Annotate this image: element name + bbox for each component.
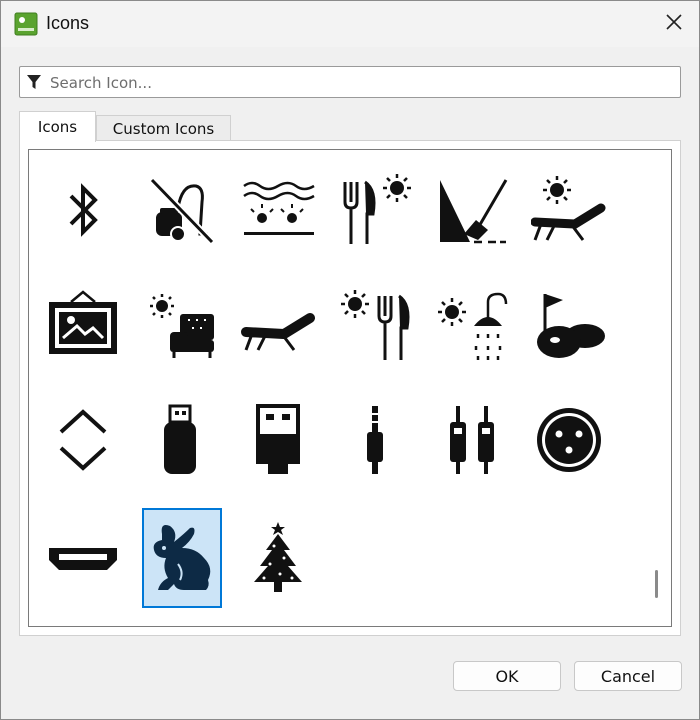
search-input[interactable] <box>48 71 672 95</box>
tab-custom-icons[interactable]: Custom Icons <box>96 115 231 141</box>
icons-dialog: Icons Icons Custom Icons <box>0 0 700 720</box>
golf-course-icon[interactable] <box>529 276 609 376</box>
framed-picture-icon[interactable] <box>43 276 123 376</box>
bluetooth-icon[interactable] <box>43 160 123 260</box>
heated-pool-icon[interactable] <box>238 160 318 260</box>
scrollbar-thumb[interactable] <box>655 570 658 598</box>
lounge-chair-icon[interactable] <box>238 276 318 376</box>
hdmi-connector-icon[interactable] <box>43 508 123 608</box>
window-title: Icons <box>46 13 90 33</box>
outdoor-dining-icon[interactable] <box>335 160 415 260</box>
outdoor-restaurant-icon[interactable] <box>335 276 415 376</box>
tab-label: Custom Icons <box>112 119 215 138</box>
tab-label: Icons <box>37 118 78 136</box>
cancel-button[interactable]: Cancel <box>574 661 682 691</box>
close-icon <box>665 13 683 35</box>
up-down-arrows-icon[interactable] <box>43 390 123 490</box>
outdoor-sofa-icon[interactable] <box>140 276 220 376</box>
tab-icons[interactable]: Icons <box>19 111 96 142</box>
ok-button[interactable]: OK <box>453 661 561 691</box>
usb-connector-icon[interactable] <box>238 390 318 490</box>
audio-jack-icon[interactable] <box>335 390 415 490</box>
sun-lounger-icon[interactable] <box>529 160 609 260</box>
xlr-connector-icon[interactable] <box>529 390 609 490</box>
cancel-button-label: Cancel <box>600 666 656 686</box>
usb-stick-icon[interactable] <box>140 390 220 490</box>
rca-cables-icon[interactable] <box>432 390 512 490</box>
outdoor-shower-icon[interactable] <box>432 276 512 376</box>
vertical-scrollbar[interactable] <box>645 149 671 627</box>
broom-sweeping-icon[interactable] <box>432 160 512 260</box>
filter-icon <box>26 74 42 90</box>
search-box <box>19 66 681 98</box>
christmas-tree-icon[interactable] <box>238 508 318 608</box>
title-bar: Icons <box>1 1 699 47</box>
rabbit-icon[interactable] <box>142 508 222 608</box>
no-vacuum-cleaner-icon[interactable] <box>140 160 220 260</box>
ok-button-label: OK <box>495 666 519 686</box>
close-button[interactable] <box>656 9 692 39</box>
app-logo-icon <box>14 12 38 36</box>
icon-grid[interactable] <box>28 149 672 627</box>
